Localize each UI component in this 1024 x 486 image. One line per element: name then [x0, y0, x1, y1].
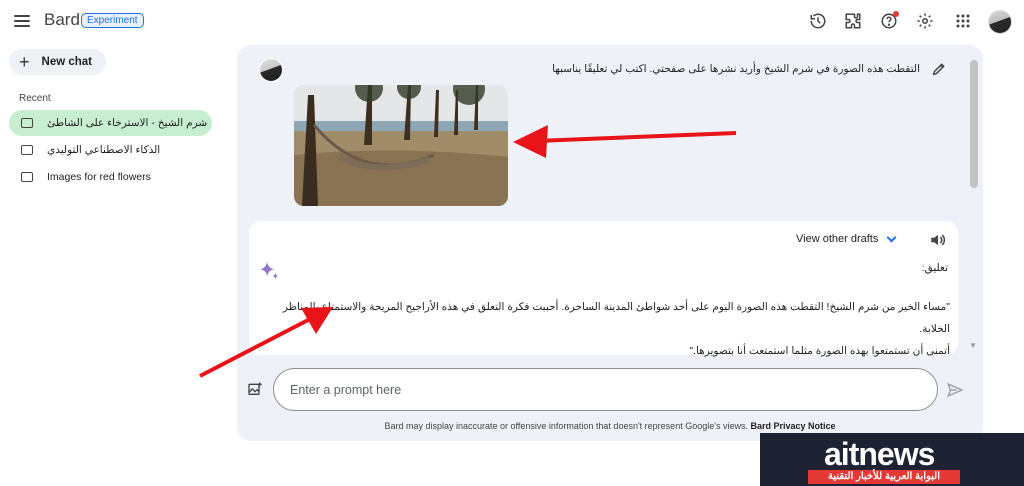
sidebar-item-sharm-el-sheikh[interactable]: شرم الشيخ - الاسترخاء على الشاطئ	[9, 110, 212, 136]
chevron-down-icon	[886, 232, 897, 242]
chat-bubble-icon	[21, 145, 33, 155]
aitnews-tagline: البوابة العربية للأخبار التقنية	[808, 470, 960, 484]
disclaimer-text: Bard may display inaccurate or offensive…	[384, 421, 748, 431]
plus-icon: +	[19, 52, 30, 72]
response-label: تعليق:	[921, 262, 948, 274]
app-title: Bard	[44, 10, 80, 29]
view-other-drafts-button[interactable]: View other drafts	[796, 232, 897, 245]
prompt-input[interactable]	[273, 368, 938, 411]
menu-icon[interactable]	[14, 12, 32, 30]
chat-bubble-icon	[21, 172, 33, 182]
notification-dot	[893, 11, 899, 17]
disclaimer: Bard may display inaccurate or offensive…	[237, 421, 983, 431]
edit-pencil-icon[interactable]	[931, 61, 947, 77]
extensions-icon[interactable]	[843, 11, 863, 31]
scrollbar[interactable]	[970, 60, 978, 188]
image-upload-icon[interactable]	[247, 381, 263, 397]
speaker-icon[interactable]	[929, 231, 947, 249]
top-bar: Bard Experiment	[0, 0, 1024, 44]
new-chat-button[interactable]: + New chat	[9, 49, 106, 75]
uploaded-photo[interactable]	[294, 85, 508, 206]
recent-heading: Recent	[19, 93, 51, 104]
sidebar-item-generative-ai[interactable]: الذكاء الاصطناعي التوليدي	[9, 137, 212, 163]
chat-bubble-icon	[21, 118, 33, 128]
history-icon[interactable]	[808, 11, 828, 31]
view-drafts-label: View other drafts	[796, 233, 879, 245]
aitnews-logo: aitnews	[824, 436, 935, 472]
sidebar-item-label: Images for red flowers	[47, 171, 151, 183]
sidebar-item-red-flowers[interactable]: Images for red flowers	[9, 164, 212, 190]
help-icon[interactable]	[879, 11, 899, 31]
response-line: أتمنى أن تستمتعوا بهذه الصورة مثلما استم…	[689, 345, 950, 357]
scroll-down-icon[interactable]: ▼	[969, 341, 977, 350]
experiment-badge: Experiment	[81, 13, 144, 28]
account-avatar[interactable]	[988, 10, 1012, 34]
new-chat-label: New chat	[41, 56, 93, 68]
user-avatar	[259, 58, 283, 82]
sidebar-item-label: الذكاء الاصطناعي التوليدي	[47, 144, 161, 156]
user-message: التقطت هذه الصورة في شرم الشيخ وأريد نشر…	[552, 63, 920, 75]
send-icon[interactable]	[946, 381, 964, 399]
response-line: "مساء الخير من شرم الشيخ! التقطت هذه الص…	[282, 301, 950, 335]
response-text: "مساء الخير من شرم الشيخ! التقطت هذه الص…	[262, 296, 950, 362]
beach-hammock-image	[294, 85, 508, 206]
privacy-notice-link[interactable]: Bard Privacy Notice	[750, 421, 835, 431]
sidebar-item-label: شرم الشيخ - الاسترخاء على الشاطئ	[47, 117, 208, 129]
bard-sparkle-icon	[258, 260, 280, 282]
apps-grid-icon[interactable]	[953, 11, 973, 31]
settings-icon[interactable]	[915, 11, 935, 31]
